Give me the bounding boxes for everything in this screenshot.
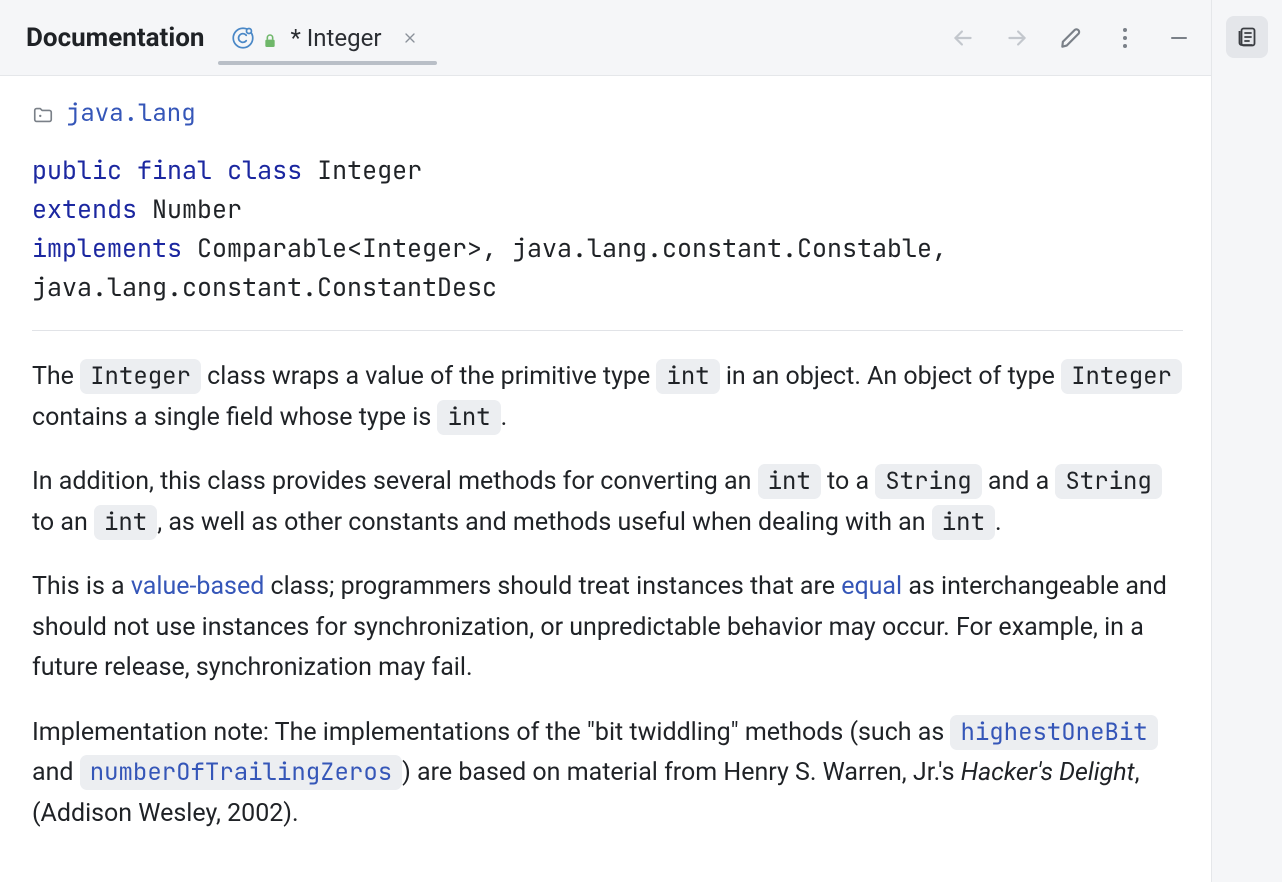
doc-paragraph: In addition, this class provides several… xyxy=(32,462,1183,543)
code-int: int xyxy=(437,400,500,435)
right-tool-strip xyxy=(1212,0,1282,882)
forward-button[interactable] xyxy=(1003,24,1031,52)
minimize-button[interactable] xyxy=(1165,24,1193,52)
class-signature: public final class Integer extends Numbe… xyxy=(32,151,1183,306)
code-int: int xyxy=(656,359,719,394)
back-button[interactable] xyxy=(949,24,977,52)
tab-close-icon[interactable] xyxy=(401,29,419,47)
code-link-highestonebit[interactable]: highestOneBit xyxy=(950,715,1157,750)
edit-button[interactable] xyxy=(1057,24,1085,52)
lock-icon xyxy=(262,33,280,51)
code-integer: Integer xyxy=(1061,359,1182,394)
panel-title: Documentation xyxy=(26,23,204,53)
code-string: String xyxy=(1055,464,1161,499)
documentation-content: java.lang public final class Integer ext… xyxy=(0,76,1211,882)
class-icon xyxy=(230,25,256,51)
divider xyxy=(32,330,1183,331)
doc-paragraph: This is a value-based class; programmers… xyxy=(32,567,1183,689)
package-breadcrumb[interactable]: java.lang xyxy=(32,98,1183,129)
doc-paragraph: The Integer class wraps a value of the p… xyxy=(32,357,1183,438)
code-integer: Integer xyxy=(80,359,201,394)
tab-label: * Integer xyxy=(290,24,381,52)
package-link[interactable]: java.lang xyxy=(66,98,196,129)
header-actions xyxy=(949,24,1193,52)
doc-paragraph: Implementation note: The implementations… xyxy=(32,713,1183,835)
code-int: int xyxy=(758,464,821,499)
code-int: int xyxy=(932,505,995,540)
link-value-based[interactable]: value-based xyxy=(131,572,264,601)
documentation-body: The Integer class wraps a value of the p… xyxy=(32,357,1183,834)
code-string: String xyxy=(875,464,981,499)
link-equal[interactable]: equal xyxy=(841,572,902,601)
code-int: int xyxy=(94,505,157,540)
more-actions-button[interactable] xyxy=(1111,24,1139,52)
package-icon xyxy=(32,103,54,125)
documentation-tool-button[interactable] xyxy=(1226,16,1268,58)
tab-integer[interactable]: * Integer xyxy=(224,14,425,62)
documentation-header: Documentation * Integer xyxy=(0,0,1211,76)
code-link-numberoftrailingzeros[interactable]: numberOfTrailingZeros xyxy=(80,755,402,790)
